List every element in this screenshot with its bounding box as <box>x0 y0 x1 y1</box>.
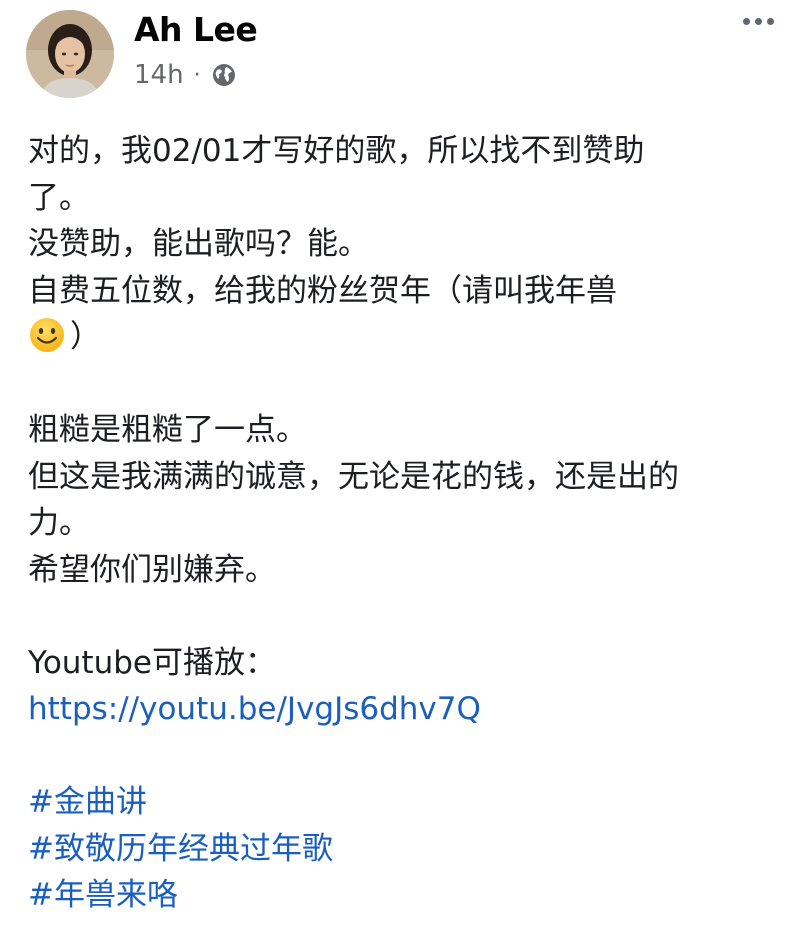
facebook-post: Ah Lee 14h · 对的，我02/01才写好的歌，所以找不到赞助 了。 没… <box>0 0 800 933</box>
youtube-link[interactable]: https://youtu.be/JvgJs6dhv7Q <box>28 691 481 727</box>
meta-separator: · <box>193 62 201 88</box>
post-line: 了。 <box>28 179 90 216</box>
post-line: Youtube可播放： <box>28 644 276 681</box>
post-line: 希望你们别嫌弃。 <box>28 551 276 588</box>
more-dot <box>743 18 750 25</box>
hashtag-link[interactable]: #年兽来咯 <box>28 877 178 913</box>
more-dot <box>755 18 762 25</box>
post-line: 对的，我02/01才写好的歌，所以找不到赞助 <box>28 133 645 169</box>
smiling-face-emoji-icon <box>28 316 66 354</box>
avatar-image <box>26 10 114 98</box>
post-line: 但这是我满满的诚意，无论是花的钱，还是出的 <box>28 458 679 495</box>
globe-icon[interactable] <box>211 62 237 88</box>
post-line-emoji: ） <box>28 314 788 361</box>
post-line: 自费五位数，给我的粉丝贺年（请叫我年兽 <box>28 272 617 309</box>
post-meta: 14h · <box>134 60 237 90</box>
post-body: 对的，我02/01才写好的歌，所以找不到赞助 了。 没赞助，能出歌吗？能。 自费… <box>28 128 788 919</box>
hashtag-link[interactable]: #金曲讲 <box>28 784 147 820</box>
author-avatar[interactable] <box>26 10 114 98</box>
hashtag-link[interactable]: #致敬历年经典过年歌 <box>28 831 333 867</box>
post-header: Ah Lee 14h · <box>26 8 786 98</box>
post-line: 粗糙是粗糙了一点。 <box>28 412 307 448</box>
post-line: 力。 <box>28 505 90 541</box>
post-line: 没赞助，能出歌吗？能。 <box>28 226 369 262</box>
author-name[interactable]: Ah Lee <box>134 10 258 49</box>
post-line-text: ） <box>70 319 101 355</box>
post-time[interactable]: 14h <box>134 60 184 90</box>
more-options-icon[interactable] <box>743 18 774 25</box>
more-dot <box>767 18 774 25</box>
